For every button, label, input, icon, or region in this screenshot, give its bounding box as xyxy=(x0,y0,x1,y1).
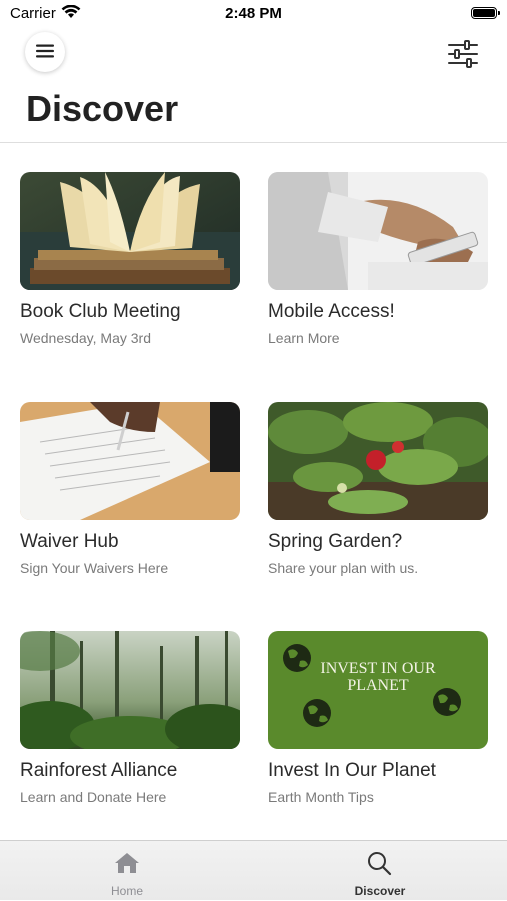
filter-button[interactable] xyxy=(447,40,479,68)
hamburger-icon xyxy=(36,44,54,58)
card-subtitle: Learn More xyxy=(268,330,340,346)
header-divider xyxy=(0,142,507,143)
sliders-icon xyxy=(448,40,478,68)
tab-label: Discover xyxy=(354,884,406,898)
card-invest-in-our-planet[interactable]: INVEST IN OUR PLANET Invest In Our Plane… xyxy=(268,631,488,805)
strawberry-plant-photo xyxy=(268,402,488,520)
card-title: Invest In Our Planet xyxy=(268,760,436,781)
status-bar: Carrier 2:48 PM xyxy=(0,0,507,28)
card-subtitle: Wednesday, May 3rd xyxy=(20,330,151,346)
card-subtitle: Learn and Donate Here xyxy=(20,789,167,805)
card-title: Book Club Meeting xyxy=(20,301,181,322)
tab-label: Home xyxy=(110,884,143,898)
banner-text-line-1: INVEST IN OUR xyxy=(320,660,436,677)
tab-discover[interactable]: Discover xyxy=(320,841,440,901)
clock: 2:48 PM xyxy=(225,5,282,22)
card-title: Rainforest Alliance xyxy=(20,760,178,781)
card-subtitle: Share your plan with us. xyxy=(268,560,419,576)
rainforest-photo xyxy=(20,631,240,749)
tab-bar: Home Discover xyxy=(0,840,507,900)
banner-text-line-2: PLANET xyxy=(347,677,409,694)
card-subtitle: Earth Month Tips xyxy=(268,789,374,805)
card-spring-garden[interactable]: Spring Garden? Share your plan with us. xyxy=(268,402,488,576)
hand-phone-photo xyxy=(268,172,488,290)
card-title: Mobile Access! xyxy=(268,301,395,322)
card-waiver-hub[interactable]: Waiver Hub Sign Your Waivers Here xyxy=(20,402,240,576)
card-subtitle: Sign Your Waivers Here xyxy=(20,560,169,576)
menu-button[interactable] xyxy=(25,32,65,72)
card-mobile-access[interactable]: Mobile Access! Learn More xyxy=(268,172,488,346)
card-title: Waiver Hub xyxy=(20,531,119,552)
earth-globes-banner: INVEST IN OUR PLANET xyxy=(268,631,488,749)
house-icon xyxy=(115,853,139,873)
open-book-photo xyxy=(20,172,240,290)
search-icon xyxy=(368,852,392,876)
card-book-club[interactable]: Book Club Meeting Wednesday, May 3rd xyxy=(20,172,240,346)
tab-home[interactable]: Home xyxy=(67,841,187,901)
battery-icon xyxy=(471,7,500,19)
page-title: Discover xyxy=(26,88,179,129)
signing-document-photo xyxy=(20,402,240,520)
globe-icon xyxy=(303,699,331,727)
card-title: Spring Garden? xyxy=(268,531,403,552)
card-rainforest-alliance[interactable]: Rainforest Alliance Learn and Donate Her… xyxy=(20,631,240,805)
